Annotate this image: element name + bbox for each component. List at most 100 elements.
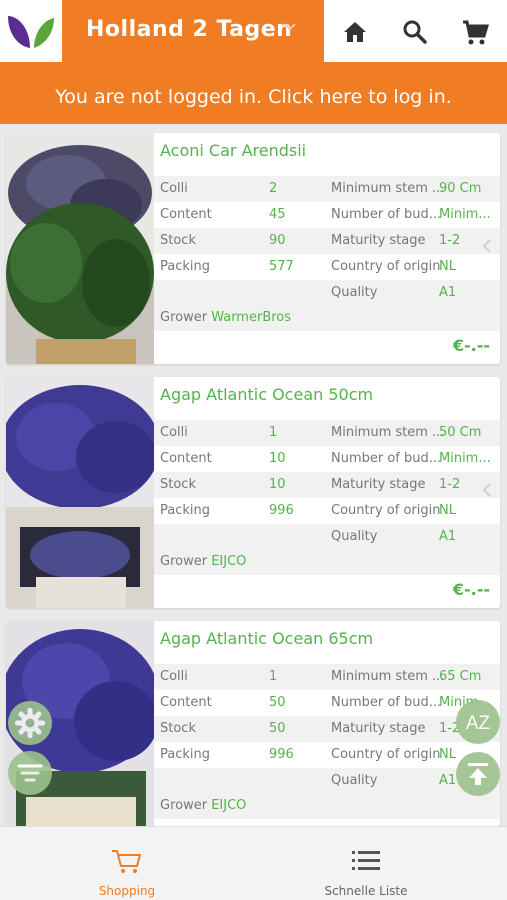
tab-label: Shopping	[98, 884, 156, 898]
content-label: Content	[160, 451, 212, 466]
packing-value: 996	[269, 503, 294, 518]
spec-row: Packing 996 Country of origin NL	[154, 742, 500, 768]
product-card[interactable]: Agap Atlantic Ocean 65cm Colli 1 Minimum…	[6, 621, 500, 826]
product-card[interactable]: Aconi Car Arendsii Colli 2 Minimum stem …	[6, 133, 500, 364]
page-title: Holland 2 Tagen	[86, 17, 293, 42]
country-value: NL	[439, 503, 456, 518]
min-stem-label: Minimum stem ...	[331, 669, 445, 684]
spec-row: Quality A1	[154, 280, 500, 306]
product-name[interactable]: Agap Atlantic Ocean 50cm	[160, 385, 373, 404]
cart-icon	[112, 850, 141, 873]
colli-value: 1	[269, 425, 278, 440]
tab-shopping[interactable]: Shopping	[27, 827, 227, 900]
product-card[interactable]: Agap Atlantic Ocean 50cm Colli 1 Minimum…	[6, 377, 500, 608]
stock-label: Stock	[160, 477, 196, 492]
grower-value[interactable]: EIJCO	[211, 554, 246, 569]
header-actions	[324, 0, 507, 62]
spec-row: Stock 90 Maturity stage 1-2	[154, 228, 500, 254]
min-stem-label: Minimum stem ...	[331, 425, 445, 440]
stock-value: 90	[269, 233, 286, 248]
grower-value[interactable]: EIJCO	[211, 798, 246, 813]
sort-az-label: AZ	[466, 713, 491, 734]
spec-row: Content 45 Number of bud... Minim...	[154, 202, 500, 228]
quality-label: Quality	[331, 285, 378, 300]
price: €-.--	[452, 580, 490, 599]
login-banner[interactable]: You are not logged in. Click here to log…	[0, 62, 507, 124]
grower-label: Grower	[160, 554, 208, 569]
maturity-label: Maturity stage	[331, 233, 426, 248]
packing-value: 996	[269, 747, 294, 762]
country-label: Country of origin	[331, 259, 441, 274]
min-stem-value: 90 Cm	[439, 181, 482, 196]
stock-value: 50	[269, 721, 286, 736]
product-name[interactable]: Aconi Car Arendsii	[160, 141, 306, 160]
country-value: NL	[439, 259, 456, 274]
tab-schnelle-liste[interactable]: Schnelle Liste	[266, 827, 466, 900]
product-name[interactable]: Agap Atlantic Ocean 65cm	[160, 629, 373, 648]
grower-row: Grower WarmerBros	[154, 305, 500, 331]
search-icon[interactable]	[400, 17, 430, 47]
aconitum-photo	[6, 133, 154, 364]
logo-leaves-icon	[8, 16, 54, 48]
spec-row: Stock 50 Maturity stage 1-2	[154, 716, 500, 742]
country-label: Country of origin	[331, 503, 441, 518]
tab-label: Schnelle Liste	[324, 884, 408, 898]
spec-row: Stock 10 Maturity stage 1-2	[154, 472, 500, 498]
chevron-down-icon	[284, 23, 296, 31]
stock-label: Stock	[160, 721, 196, 736]
packing-value: 577	[269, 259, 294, 274]
spec-row: Packing 996 Country of origin NL	[154, 498, 500, 524]
product-photo	[6, 133, 154, 364]
bottom-tab-bar: Shopping Schnelle Liste	[0, 826, 507, 900]
colli-value: 1	[269, 669, 278, 684]
filter-icon	[17, 764, 43, 782]
chevron-left-icon[interactable]	[480, 481, 494, 499]
settings-button[interactable]	[8, 701, 52, 745]
min-stem-value: 65 Cm	[439, 669, 482, 684]
grower-text: Grower EIJCO	[160, 554, 246, 569]
num-buds-label: Number of bud...	[331, 451, 442, 466]
agapanthus-photo	[6, 377, 154, 608]
grower-row: Grower EIJCO	[154, 549, 500, 575]
content-label: Content	[160, 695, 212, 710]
spec-row: Colli 2 Minimum stem ... 90 Cm	[154, 176, 500, 202]
sort-az-icon: AZ	[466, 713, 491, 734]
chevron-left-icon[interactable]	[480, 237, 494, 255]
num-buds-value: Minim...	[439, 451, 491, 466]
colli-label: Colli	[160, 669, 188, 684]
price: €-.--	[452, 336, 490, 355]
colli-value: 2	[269, 181, 278, 196]
packing-label: Packing	[160, 503, 211, 518]
home-icon[interactable]	[340, 17, 370, 47]
grower-value[interactable]: WarmerBros	[211, 310, 291, 325]
product-photo	[6, 377, 154, 608]
quality-value: A1	[439, 773, 457, 788]
grower-text: Grower EIJCO	[160, 798, 246, 813]
maturity-value: 1-2	[439, 233, 461, 248]
num-buds-value: Minim...	[439, 207, 491, 222]
scroll-top-button[interactable]	[456, 752, 500, 796]
min-stem-value: 50 Cm	[439, 425, 482, 440]
colli-label: Colli	[160, 181, 188, 196]
logo[interactable]	[0, 0, 62, 62]
list-icon	[352, 851, 380, 870]
maturity-label: Maturity stage	[331, 477, 426, 492]
location-selector[interactable]: Holland 2 Tagen	[62, 0, 324, 62]
filter-button[interactable]	[8, 751, 52, 795]
cart-icon[interactable]	[460, 17, 490, 47]
spec-row: Quality A1	[154, 524, 500, 550]
content-label: Content	[160, 207, 212, 222]
num-buds-label: Number of bud...	[331, 207, 442, 222]
grower-text: Grower WarmerBros	[160, 310, 291, 325]
quality-label: Quality	[331, 773, 378, 788]
grower-row: Grower EIJCO	[154, 793, 500, 819]
quality-value: A1	[439, 529, 457, 544]
spec-row: Colli 1 Minimum stem ... 65 Cm	[154, 664, 500, 690]
spec-row: Colli 1 Minimum stem ... 50 Cm	[154, 420, 500, 446]
min-stem-label: Minimum stem ...	[331, 181, 445, 196]
scroll-top-icon	[468, 763, 488, 785]
sort-az-button[interactable]: AZ	[456, 700, 500, 744]
packing-label: Packing	[160, 259, 211, 274]
content-value: 50	[269, 695, 286, 710]
settings-gear-icon	[15, 708, 45, 738]
